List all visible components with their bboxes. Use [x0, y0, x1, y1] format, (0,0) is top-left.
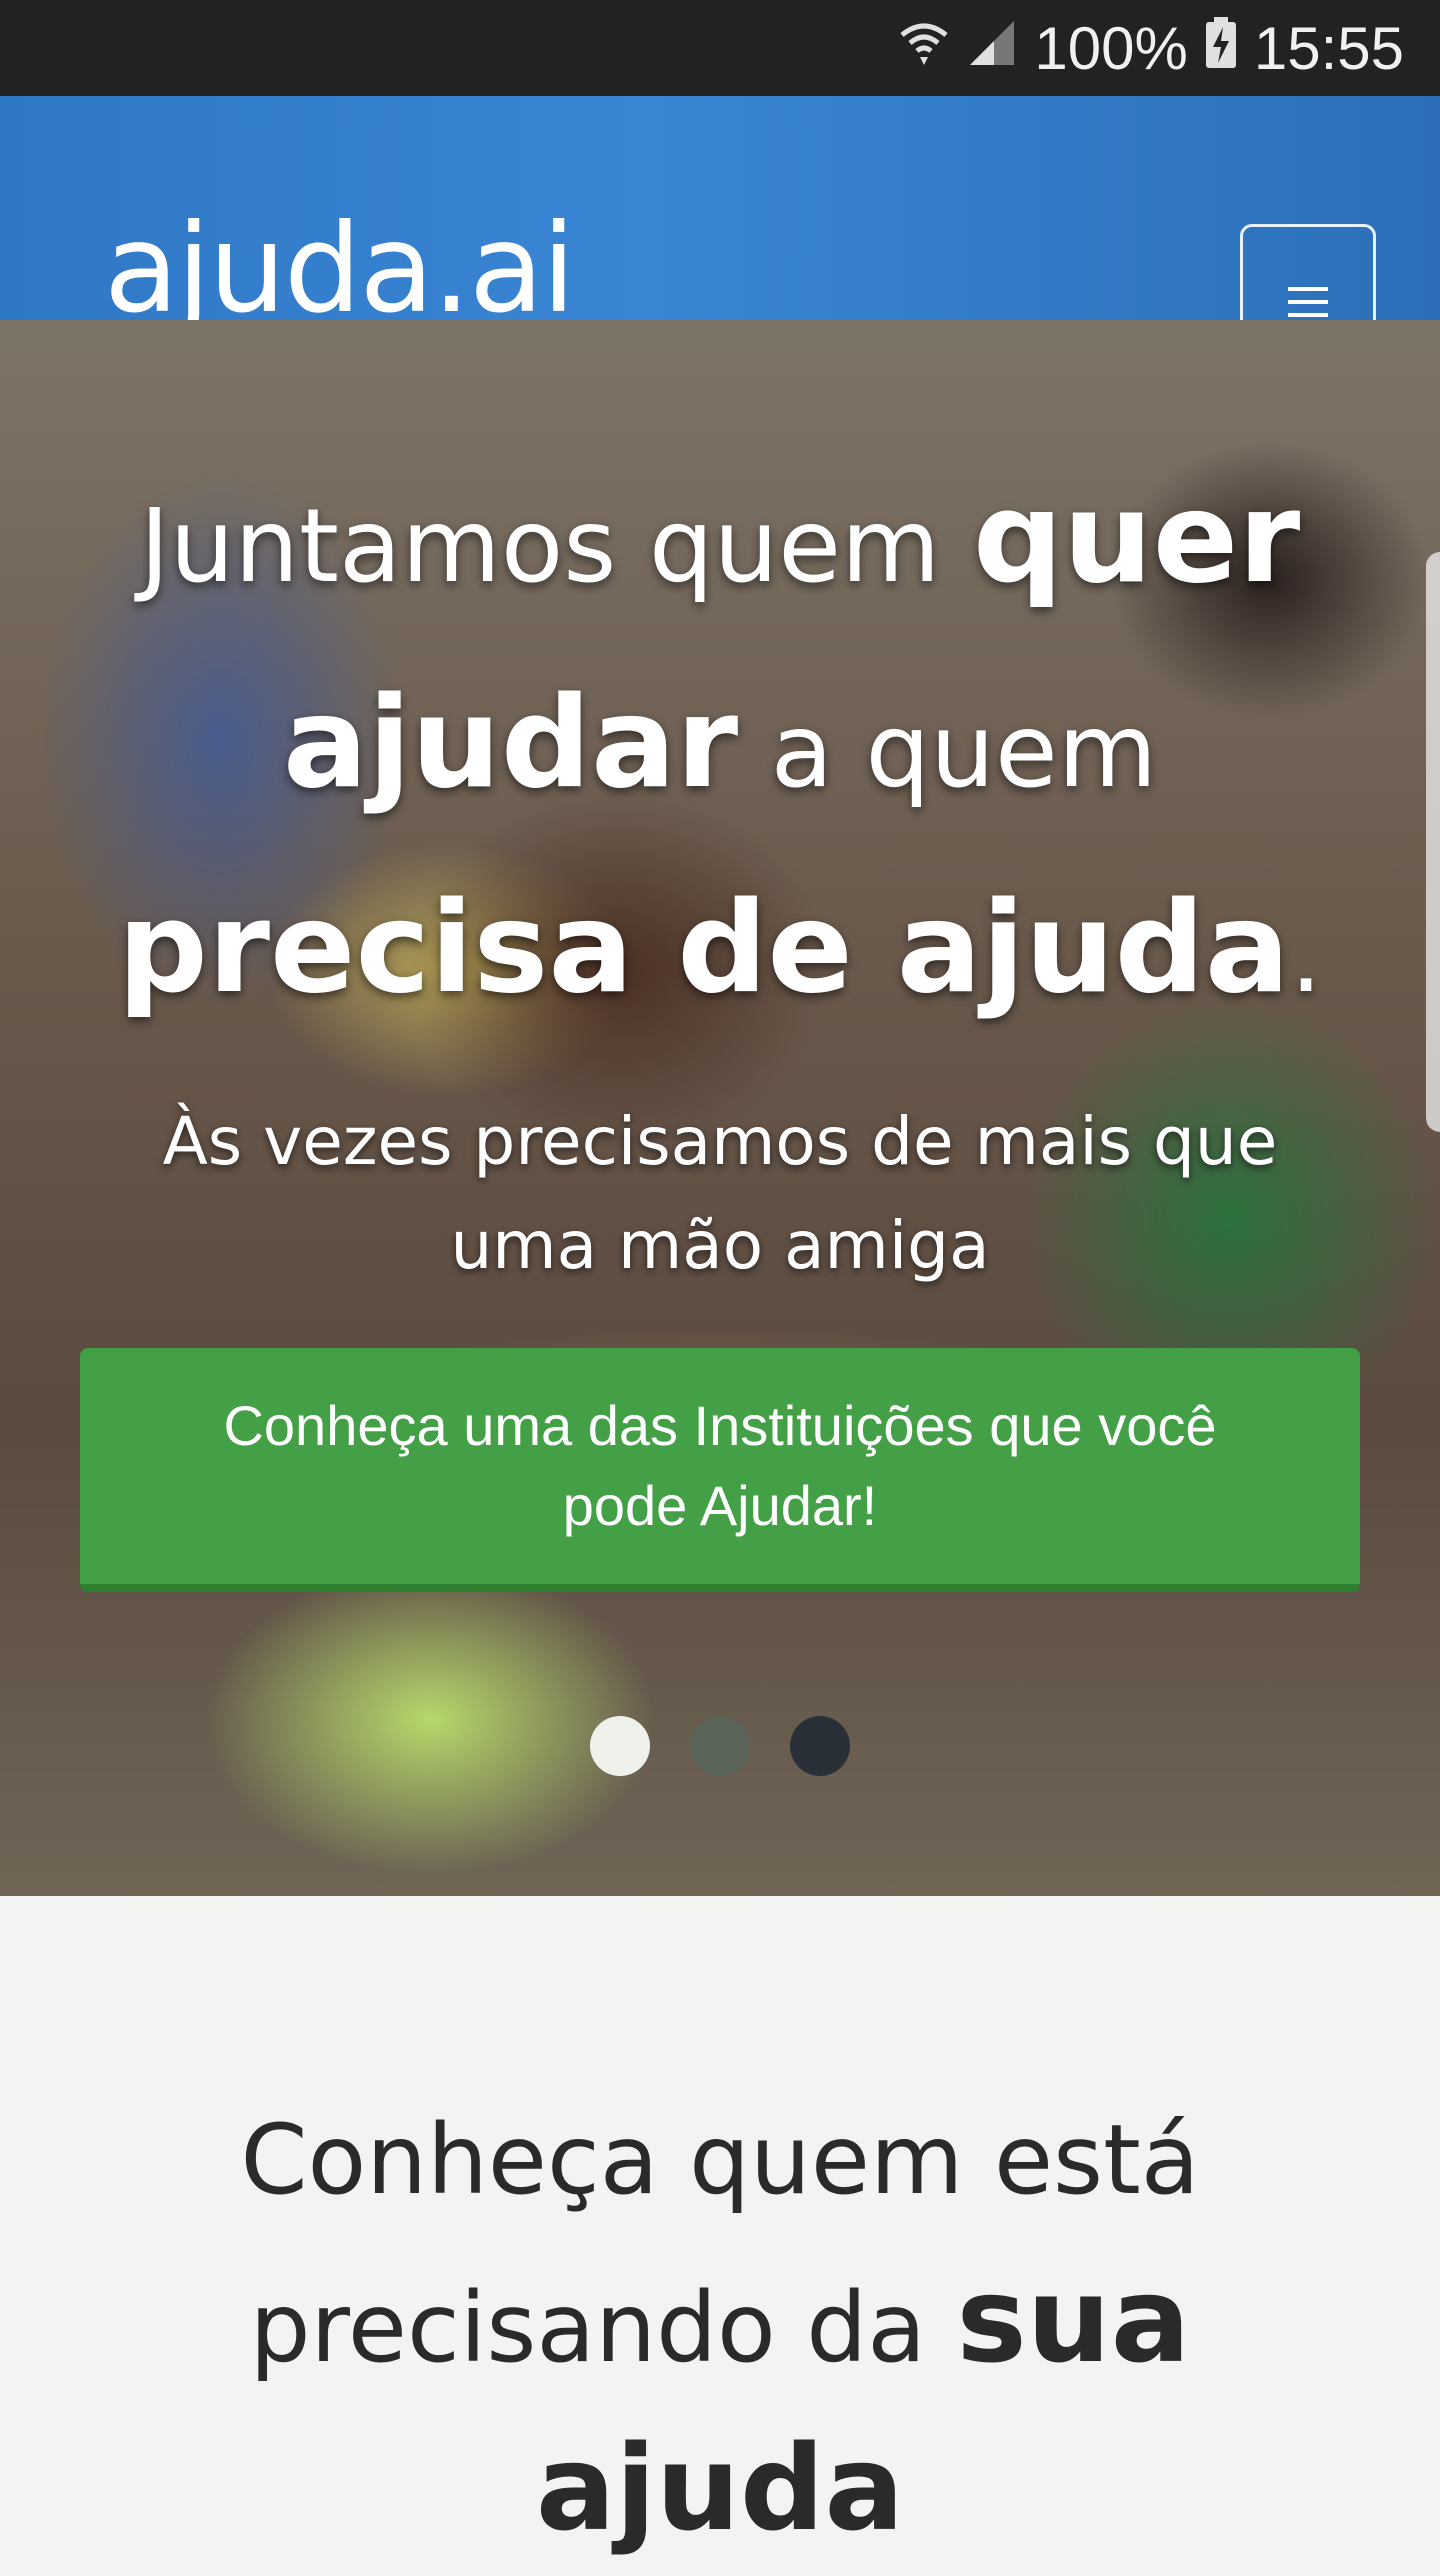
carousel-dot-2[interactable] — [690, 1716, 750, 1776]
headline-text: . — [1289, 897, 1323, 1016]
hero-subheadline: Às vezes precisamos de mais que uma mão … — [162, 1103, 1278, 1284]
battery-percentage: 100% — [1034, 14, 1188, 82]
cta-label: Conheça uma das Instituições que você po… — [223, 1394, 1217, 1537]
logo[interactable]: ajuda.ai — [104, 208, 576, 330]
wifi-icon — [898, 14, 950, 83]
navbar: ajuda.ai — [0, 96, 1440, 380]
headline-emphasis: precisa de ajuda — [117, 874, 1290, 1021]
signal-icon — [966, 14, 1018, 83]
hamburger-icon-line — [1288, 313, 1328, 317]
institutions-cta-button[interactable]: Conheça uma das Instituições que você po… — [80, 1348, 1360, 1592]
carousel-dot-1[interactable] — [590, 1716, 650, 1776]
hamburger-icon-line — [1288, 287, 1328, 291]
headline-text: Juntamos quem — [139, 487, 973, 606]
status-bar: 100% 15:55 — [0, 0, 1440, 96]
hero-headline: Juntamos quem quer ajudar a quem precisa… — [60, 440, 1380, 1055]
headline-text: a quem — [738, 692, 1158, 811]
carousel-indicators — [590, 1716, 850, 1776]
scroll-edge-indicator — [1426, 552, 1440, 1132]
section-title: Conheça quem está precisando da sua ajud… — [100, 2080, 1340, 2576]
hero-carousel[interactable]: Juntamos quem quer ajudar a quem precisa… — [0, 320, 1440, 1896]
status-bar-right: 100% 15:55 — [898, 0, 1404, 96]
clock: 15:55 — [1253, 14, 1404, 82]
hamburger-icon-line — [1288, 300, 1328, 304]
carousel-dot-3[interactable] — [790, 1716, 850, 1776]
battery-charging-icon — [1204, 14, 1238, 83]
